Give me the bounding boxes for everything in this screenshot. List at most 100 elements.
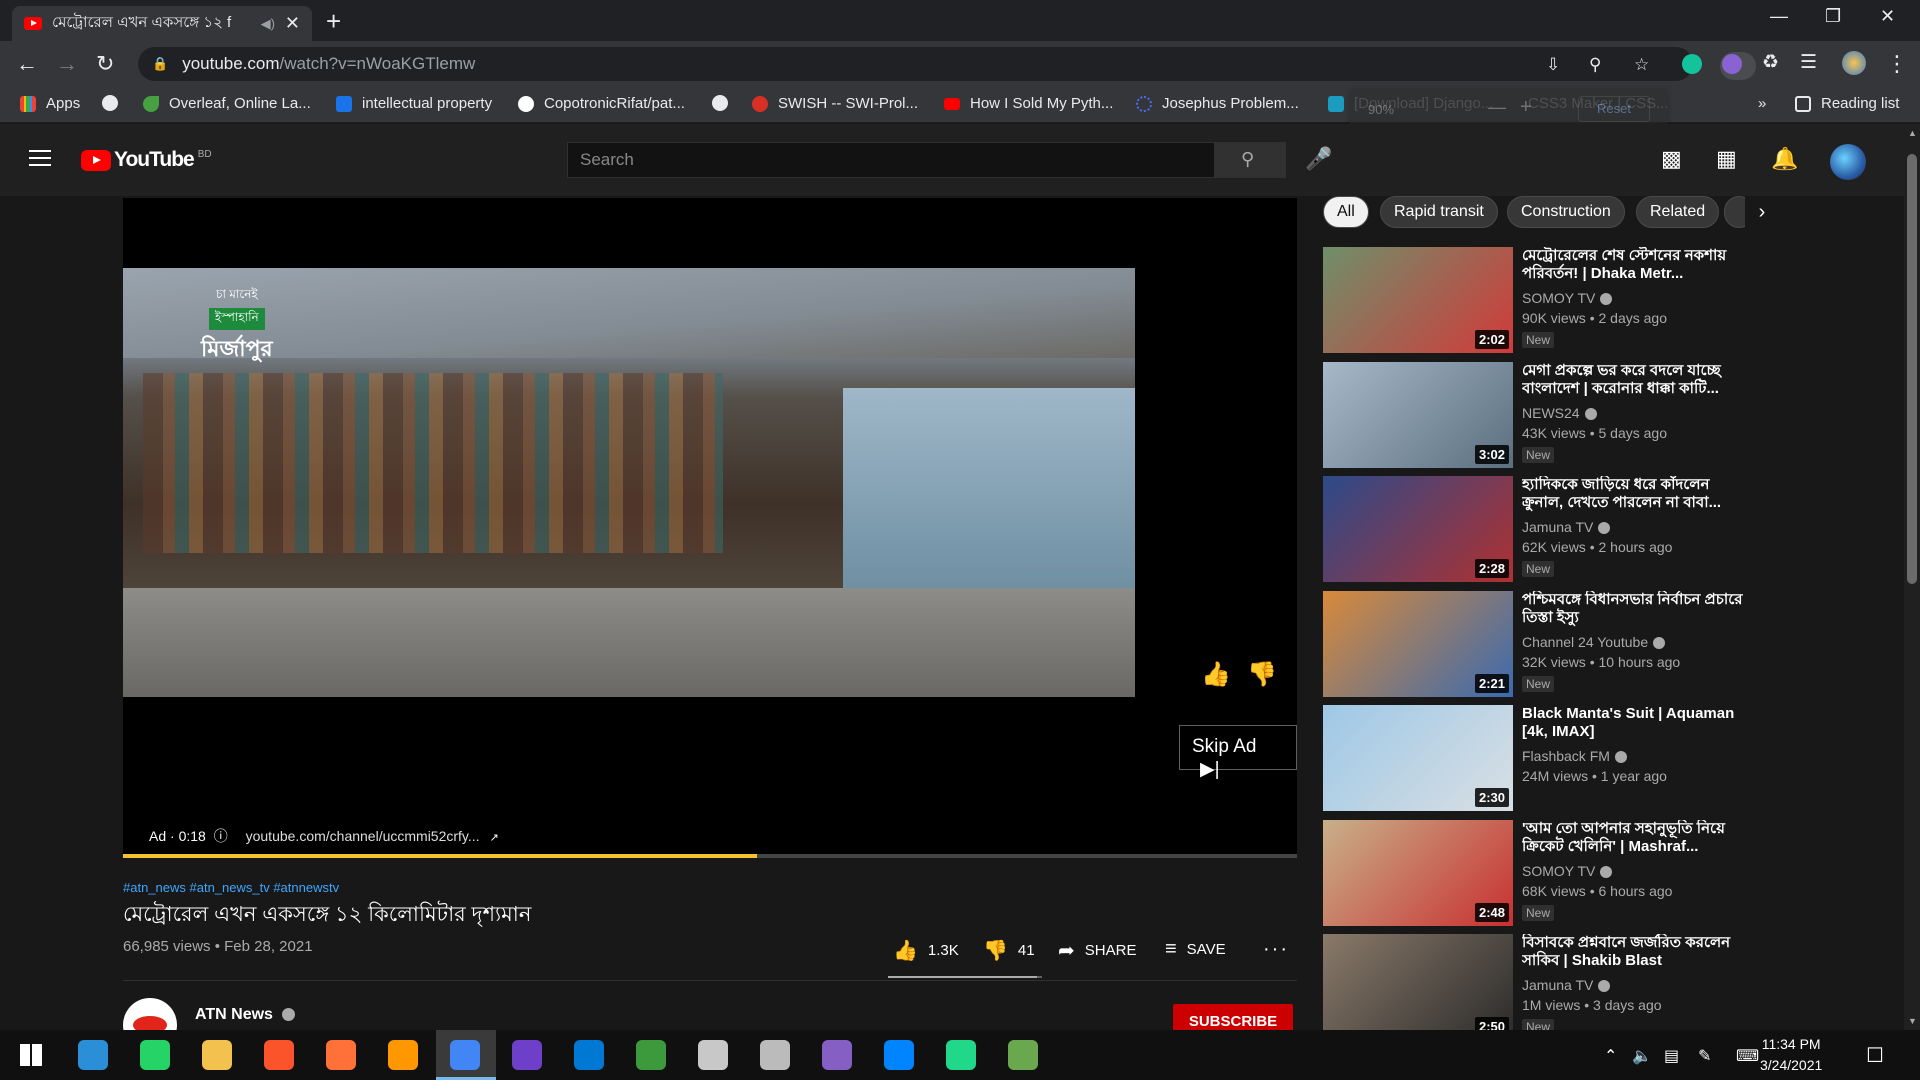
close-window-icon[interactable]: ✕ [1880,6,1895,27]
recommendation-channel[interactable]: NEWS24 [1522,405,1597,421]
ad-like-thumb-icon[interactable]: 👍 [1201,660,1231,689]
recommendation-title[interactable]: মেট্রোরেলের শেষ স্টেশনের নকশায় পরিবর্তন… [1522,247,1752,283]
reload-icon[interactable]: ↻ [96,51,114,77]
chip-all[interactable]: All [1323,196,1369,228]
recommendation-title[interactable]: পশ্চিমবঙ্গে বিধানসভার নির্বাচন প্রচারে ত… [1522,591,1752,627]
more-actions-icon[interactable]: ··· [1263,938,1289,961]
visual-studio-taskbar-icon[interactable] [822,1040,852,1070]
tray-overflow-chevron-icon[interactable]: ⌃ [1604,1046,1617,1066]
chrome-taskbar-icon[interactable] [450,1040,480,1070]
app-satellite-taskbar-icon[interactable] [760,1040,790,1070]
recommendation-item[interactable]: 2:30 Black Manta's Suit | Aquaman [4k, IM… [1323,705,1753,811]
recommendation-thumbnail[interactable]: 2:48 [1323,819,1513,926]
chip-rapid-transit[interactable]: Rapid transit [1380,196,1498,228]
ad-dislike-thumb-icon[interactable]: 👎 [1247,660,1277,689]
scroll-down-arrow-icon[interactable]: ▼ [1908,1016,1917,1026]
app-balloon-taskbar-icon[interactable] [698,1040,728,1070]
recommendation-title[interactable]: 'আম তো আপনার সহানুভূতি নিয়ে ক্রিকেট খেল… [1522,820,1752,856]
notifications-icon[interactable]: ☐ [1866,1043,1884,1068]
recommendation-thumbnail[interactable]: 2:30 [1323,705,1513,811]
zoom-in-icon[interactable]: + [1520,96,1532,119]
dislike-button[interactable]: 👎 41 [983,938,1035,963]
recommendation-item[interactable]: 2:28 হ্যাদিককে জাড়িয়ে ধরে কাঁদলেন ক্রুন… [1323,476,1753,582]
edge-taskbar-icon[interactable] [78,1040,108,1070]
tab-close-icon[interactable]: ✕ [285,13,300,34]
scrollbar-thumb[interactable] [1907,154,1917,584]
scroll-up-arrow-icon[interactable]: ▲ [1908,128,1917,138]
chip-construction[interactable]: Construction [1507,196,1625,228]
share-button[interactable]: ➦ SHARE [1058,938,1136,963]
file-explorer-taskbar-icon[interactable] [202,1040,232,1070]
new-tab-button[interactable]: + [326,6,341,37]
recommendation-thumbnail[interactable]: 2:02 [1323,247,1513,353]
whatsapp-taskbar-icon[interactable] [140,1040,170,1070]
bookmark-apps[interactable]: Apps [20,95,80,112]
grammarly-extension-icon[interactable] [1682,54,1702,74]
notifications-bell-icon[interactable]: 🔔 [1771,146,1798,172]
tab-audio-icon[interactable]: ◀) [261,16,275,32]
puzzle-extensions-icon[interactable]: ♻ [1762,51,1779,74]
search-input[interactable]: Search [567,142,1215,178]
minimize-window-icon[interactable]: — [1770,6,1788,27]
like-button[interactable]: 👍 1.3K [893,938,959,963]
zoom-out-icon[interactable]: — [1488,97,1506,118]
restore-window-icon[interactable]: ❐ [1825,6,1841,27]
forward-arrow-icon[interactable]: → [56,51,78,77]
extension-icon[interactable] [1722,54,1742,74]
recommendation-item[interactable]: 2:02 মেট্রোরেলের শেষ স্টেশনের নকশায় পরিব… [1323,247,1753,353]
volume-icon[interactable]: 🔈 [1632,1046,1652,1066]
bookmark-swish[interactable]: SWISH -- SWI-Prol... [752,95,918,112]
install-app-icon[interactable]: ⇩ [1546,55,1560,75]
windows-start-taskbar-icon[interactable] [16,1040,46,1070]
chrome-menu-icon[interactable]: ⋮ [1886,51,1908,77]
system-clock[interactable]: 11:34 PM 3/24/2021 [1760,1034,1822,1076]
media-controls-icon[interactable]: ☰ [1800,51,1817,74]
reading-list[interactable]: Reading list [1795,95,1899,112]
recommendation-item[interactable]: 2:50 বিসাবকে প্রশ্নবানে জর্জরিত করলেন সাক… [1323,934,1753,1040]
recommendation-channel[interactable]: Jamuna TV [1522,519,1611,535]
recommendation-channel[interactable]: Jamuna TV [1522,977,1611,993]
create-video-icon[interactable]: ▩ [1661,146,1682,172]
channel-name[interactable]: ATN News [195,1006,296,1024]
brave-taskbar-icon[interactable] [264,1040,294,1070]
bookmark-overleaf[interactable]: Overleaf, Online La... [143,95,311,112]
search-button[interactable]: ⚲ [1214,142,1286,178]
recommendation-title[interactable]: মেগা প্রকল্পে ভর করে বদলে যাচ্ছে বাংলাদে… [1522,362,1752,398]
recommendation-thumbnail[interactable]: 2:28 [1323,476,1513,582]
lock-icon[interactable]: 🔒 [152,56,168,72]
chips-next-chevron-icon[interactable]: › [1745,196,1779,228]
user-avatar[interactable] [1830,144,1866,180]
recommendation-channel[interactable]: Channel 24 Youtube [1522,634,1666,650]
github-desktop-taskbar-icon[interactable] [512,1040,542,1070]
zoom-reset-button[interactable]: Reset [1578,96,1650,122]
recommendation-channel[interactable]: Flashback FM [1522,748,1627,764]
ad-url-link[interactable]: youtube.com/channel/uccmmi52crfy... [246,828,480,844]
messenger-taskbar-icon[interactable] [884,1040,914,1070]
guide-menu-icon[interactable] [29,150,51,166]
voice-search-mic-icon[interactable]: 🎤 [1305,146,1332,172]
bookmark-josephus[interactable]: Josephus Problem... [1136,95,1299,112]
profile-avatar[interactable] [1842,51,1866,75]
recommendation-channel[interactable]: SOMOY TV [1522,290,1613,306]
app-chart-taskbar-icon[interactable] [1008,1040,1038,1070]
video-hashtags[interactable]: #atn_news #atn_news_tv #atnnewstv [123,880,339,895]
pen-icon[interactable]: ✎ [1698,1046,1711,1066]
recommendation-title[interactable]: বিসাবকে প্রশ্নবানে জর্জরিত করলেন সাকিব |… [1522,934,1752,970]
youtube-apps-grid-icon[interactable]: ▦ [1716,146,1737,172]
recommendation-title[interactable]: হ্যাদিককে জাড়িয়ে ধরে কাঁদলেন ক্রুনাল, … [1522,476,1752,512]
skip-ad-button[interactable]: Skip Ad ▶| [1179,725,1297,780]
keyboard-icon[interactable]: ⌨ [1736,1046,1759,1066]
bookmark-intellectual-property[interactable]: intellectual property [336,95,492,112]
back-arrow-icon[interactable]: ← [16,51,38,77]
video-player[interactable]: চা মানেই ইস্পাহানি মির্জাপুর 👍 👎 Skip Ad… [123,198,1297,858]
bookmark-globe[interactable] [102,95,128,111]
recommendation-item[interactable]: 2:21 পশ্চিমবঙ্গে বিধানসভার নির্বাচন প্রচা… [1323,590,1753,697]
recommendation-item[interactable]: 2:48 'আম তো আপনার সহানুভূতি নিয়ে ক্রিকেট… [1323,819,1753,926]
address-bar[interactable]: 🔒 youtube.com/watch?v=nWoaKGTlemw ⇩ ⚲ ☆ [138,47,1756,81]
recommendation-title[interactable]: Black Manta's Suit | Aquaman [4k, IMAX] [1522,705,1752,741]
save-button[interactable]: ≡ SAVE [1165,938,1226,961]
bookmark-star-icon[interactable]: ☆ [1634,55,1649,75]
recommendation-thumbnail[interactable]: 3:02 [1323,361,1513,468]
recommendation-item[interactable]: 3:02 মেগা প্রকল্পে ভর করে বদলে যাচ্ছে বাং… [1323,361,1753,468]
firefox-taskbar-icon[interactable] [326,1040,356,1070]
